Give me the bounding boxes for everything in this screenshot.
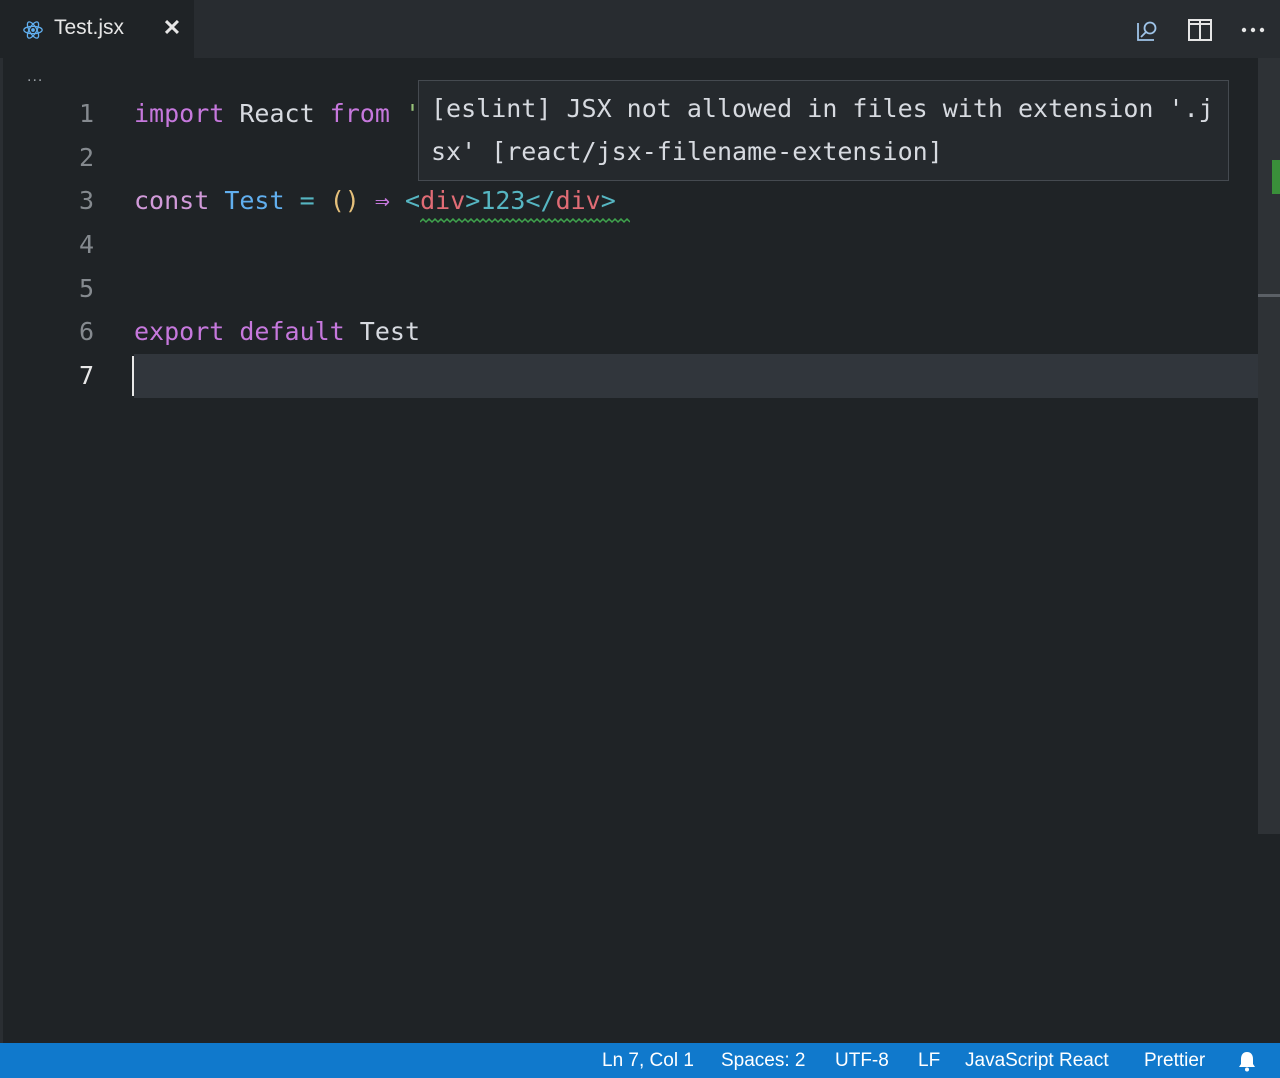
identifier-react: React: [239, 99, 315, 128]
keyword-from: from: [329, 99, 390, 128]
tab-bar: Test.jsx ✕: [0, 0, 1280, 58]
status-language-mode[interactable]: JavaScript React: [965, 1043, 1109, 1078]
code-line-1[interactable]: import React from ': [134, 92, 420, 136]
identifier-test: Test: [359, 317, 421, 346]
keyword-default: default: [239, 317, 345, 346]
breadcrumb[interactable]: ...: [27, 68, 43, 86]
hover-tooltip: [eslint] JSX not allowed in files with e…: [418, 80, 1229, 181]
window-edge: [0, 58, 3, 1043]
tag-end-name: div: [555, 186, 601, 215]
text-cursor: [132, 356, 134, 396]
line-number-active: 7: [78, 361, 94, 390]
react-icon: [23, 21, 43, 39]
line-number: 1: [78, 99, 94, 128]
overview-change-marker: [1272, 160, 1280, 194]
tab-title: Test.jsx: [54, 16, 125, 39]
close-tab-button[interactable]: ✕: [160, 14, 184, 42]
keyword-import: import: [134, 99, 225, 128]
line-number: 5: [78, 274, 94, 303]
tab-test-jsx[interactable]: Test.jsx ✕: [0, 0, 194, 58]
status-encoding[interactable]: UTF-8: [835, 1043, 889, 1078]
status-formatter[interactable]: Prettier: [1144, 1043, 1205, 1078]
identifier-test: Test: [224, 186, 285, 215]
tag-open-bracket: <: [405, 186, 421, 215]
keyword-export: export: [134, 317, 225, 346]
overview-cursor-marker: [1258, 294, 1280, 297]
current-line-highlight: [134, 354, 1280, 398]
bell-icon[interactable]: [1237, 1050, 1257, 1072]
lint-squiggle[interactable]: [420, 218, 630, 224]
status-bar: Ln 7, Col 1 Spaces: 2 UTF-8 LF JavaScrip…: [0, 1043, 1280, 1078]
line-number: 2: [78, 143, 94, 172]
status-cursor-position[interactable]: Ln 7, Col 1: [602, 1043, 694, 1078]
line-number: 4: [78, 230, 94, 259]
tag-name: div: [420, 186, 466, 215]
arrow-operator: ⇒: [374, 186, 390, 215]
line-number: 3: [78, 186, 94, 215]
split-editor-icon[interactable]: [1186, 16, 1214, 44]
tag-close-bracket: >: [465, 186, 481, 215]
status-eol[interactable]: LF: [918, 1043, 940, 1078]
more-actions-icon[interactable]: [1239, 16, 1267, 44]
keyword-const: const: [134, 186, 210, 215]
line-number: 6: [78, 317, 94, 346]
status-indentation[interactable]: Spaces: 2: [721, 1043, 806, 1078]
code-line-3[interactable]: const Test = () ⇒ <div>123</div>: [134, 179, 616, 223]
operator-equals: =: [299, 186, 315, 215]
jsx-text: 123: [480, 186, 526, 215]
hover-message: [eslint] JSX not allowed in files with e…: [431, 94, 1214, 166]
parens: (): [329, 186, 360, 215]
tag-end-open-bracket: </: [525, 186, 556, 215]
open-preview-icon[interactable]: [1134, 16, 1162, 44]
code-line-6[interactable]: export default Test: [134, 310, 420, 354]
tag-end-close-bracket: >: [600, 186, 616, 215]
